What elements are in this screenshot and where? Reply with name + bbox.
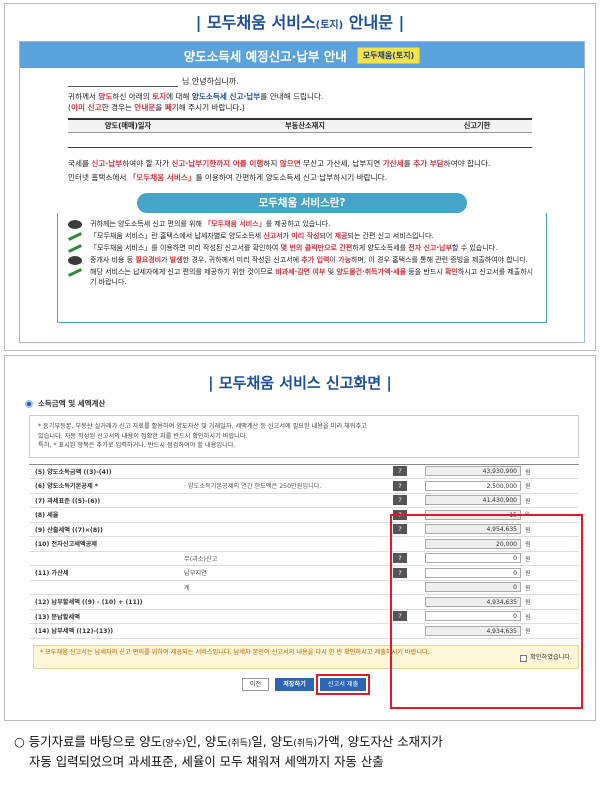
table-header: 부동산소재지 bbox=[188, 118, 422, 133]
table-row: (7) 과세표준 ((5)-(6))? 41,430,900 원 bbox=[29, 494, 579, 508]
row-label: (7) 과세표준 ((5)-(6)) bbox=[35, 497, 101, 505]
form-notice: * 등기부등본, 부동산 실거래가 신고 자료를 활용하여 양도자산 및 거래일… bbox=[29, 415, 579, 458]
person-icon bbox=[66, 219, 84, 229]
caption: ○ 등기자료를 바탕으로 양도(양수)인, 양도(취득)일, 양도(취득)가액,… bbox=[14, 734, 443, 769]
filing-screen-panel: | 모두채움 서비스 신고화면 | 소득금액 및 세액계산 * 등기부등본, 부… bbox=[4, 355, 596, 721]
row-sublabel: · 양도소득기본공제의 연간 한도액은 250만원입니다. bbox=[184, 483, 322, 491]
unit-label: 원 bbox=[525, 468, 531, 476]
save-button[interactable]: 저장하기 bbox=[275, 677, 314, 691]
what-is-box: 귀하께는 양도소득세 신고 편의를 위해 「모두채움 서비스」를 제공하고 있습… bbox=[57, 212, 547, 323]
table-row: (6) 양도소득기본공제 * · 양도소득기본공제의 연간 한도액은 250만원입… bbox=[29, 479, 579, 494]
list-item: 귀하께는 양도소득세 신고 편의를 위해 「모두채움 서비스」를 제공하고 있습… bbox=[66, 219, 538, 229]
notice-badge: 모두채움(토지) bbox=[356, 46, 421, 64]
hometax-paragraph: 인터넷 홈택스에서 「모두채움 서비스」를 이용하여 간편하게 양도소득세 신고… bbox=[68, 173, 388, 182]
caption-bullet: ○ bbox=[14, 734, 25, 749]
penalty-paragraph: 국세를 신고·납부하여야 할 자가 신고·납부기한까지 이를 이행하지 않으면 … bbox=[68, 158, 491, 168]
list-item: 「모두채움 서비스」란 홈택스에서 납세자별로 양도소득세 신고서가 미리 작성… bbox=[66, 231, 538, 241]
row-label: (14) 납부세액 ((12)-(13)) bbox=[35, 628, 114, 636]
row-label: (8) 세율 bbox=[35, 512, 59, 520]
notice-header: 양도소득세 예정신고·납부 안내 모두채움(토지) bbox=[20, 42, 584, 68]
notice-header-title: 양도소득세 예정신고·납부 안내 bbox=[183, 48, 347, 64]
bullet-icon bbox=[25, 399, 33, 408]
table-header: 양도(매매)일자 bbox=[68, 118, 188, 133]
row-sublabel: 납부지연 bbox=[184, 570, 207, 578]
intro-line: 귀하께서 양도하신 아래의 토지에 대해 양도소득세 신고·납부를 안내해 드립… bbox=[68, 92, 324, 101]
help-icon[interactable]: ? bbox=[393, 480, 407, 491]
table-header: 신고기한 bbox=[422, 118, 532, 133]
notice-panel: | 모두채움 서비스(토지) 안내문 | 양도소득세 예정신고·납부 안내 모두… bbox=[4, 3, 596, 351]
row-label: (12) 납부할세액 ((9) - (10) + (11)) bbox=[35, 599, 143, 607]
unit-label: 원 bbox=[525, 497, 531, 505]
help-icon[interactable]: ? bbox=[393, 495, 407, 506]
row-label: (9) 산출세액 ((7)×(8)) bbox=[35, 526, 103, 534]
form-heading: 소득금액 및 세액계산 bbox=[25, 398, 585, 409]
row-label: (10) 전자신고세액공제 bbox=[35, 541, 97, 549]
help-icon[interactable]: ? bbox=[393, 466, 407, 477]
list-item: 해당 서비스는 납세자에게 신고 편의를 제공하기 위한 것이므로 비과세·감면… bbox=[66, 267, 538, 287]
highlight-box bbox=[390, 514, 583, 709]
row-sublabel: 무(과소)신고 bbox=[184, 555, 218, 563]
pen-icon bbox=[66, 267, 84, 277]
table-row bbox=[68, 132, 532, 148]
what-is-heading: 모두채움 서비스란? bbox=[137, 192, 467, 213]
row-label: (13) 분납할세액 bbox=[35, 613, 80, 621]
notice-document: 양도소득세 예정신고·납부 안내 모두채움(토지) 님 안녕하십니까. 귀하께서… bbox=[19, 41, 585, 343]
tax-form: 소득금액 및 세액계산 * 등기부등본, 부동산 실거래가 신고 자료를 활용하… bbox=[23, 398, 585, 710]
row-sublabel: 계 bbox=[184, 584, 190, 592]
section-title-notice: | 모두채움 서비스(토지) 안내문 | bbox=[195, 13, 405, 32]
prev-button[interactable]: 이전 bbox=[241, 677, 270, 691]
intro-line-2: (이미 신고한 경우는 안내문을 폐기해 주시기 바랍니다.) bbox=[68, 103, 245, 112]
greeting: 님 안녕하십니까. bbox=[68, 76, 584, 87]
row-label: (6) 양도소득기본공제 * bbox=[35, 483, 99, 491]
submit-button[interactable]: 신고서 제출 bbox=[315, 673, 371, 695]
transfer-table: 양도(매매)일자 부동산소재지 신고기한 bbox=[68, 118, 532, 148]
pen-icon bbox=[66, 231, 84, 241]
table-row: (5) 양도소득금액 ((3)-(4))? 43,930,900 원 bbox=[29, 465, 579, 479]
section-title-filing: | 모두채움 서비스 신고화면 | bbox=[208, 374, 392, 392]
value-field: 43,930,900 bbox=[425, 466, 521, 477]
list-item: 「모두채움 서비스」를 이용하면 미리 작성된 신고서를 확인하여 몇 번의 클… bbox=[66, 243, 538, 253]
person-icon bbox=[66, 255, 84, 265]
pen-icon bbox=[66, 243, 84, 253]
value-field: 41,430,900 bbox=[425, 495, 521, 506]
unit-label: 원 bbox=[525, 483, 531, 491]
list-item: 중개사 비용 등 필요경비가 발생한 경우, 귀하께서 미리 작성된 신고서에 … bbox=[66, 255, 538, 265]
row-label: (5) 양도소득금액 ((3)-(4)) bbox=[35, 468, 112, 476]
name-blank bbox=[68, 78, 178, 87]
row-label: (11) 가산세 bbox=[35, 570, 69, 578]
value-field[interactable]: 2,500,000 bbox=[425, 480, 521, 491]
